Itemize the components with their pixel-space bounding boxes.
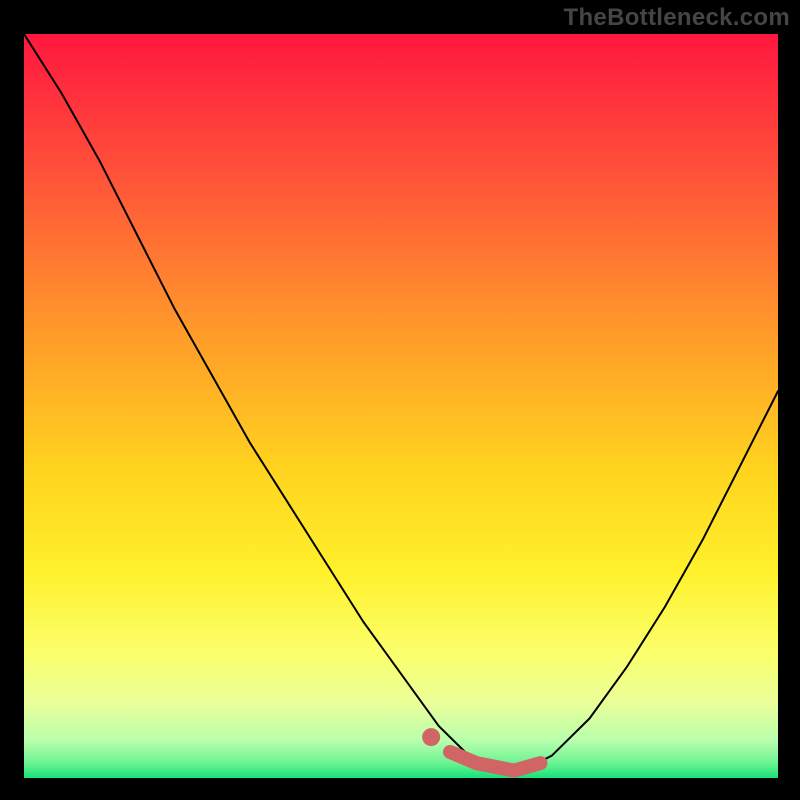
gradient-background <box>24 34 778 778</box>
watermark-text: TheBottleneck.com <box>564 4 790 32</box>
highlight-dot <box>422 728 440 746</box>
chart-container: TheBottleneck.com <box>0 0 800 800</box>
chart-svg <box>24 34 778 778</box>
plot-area <box>24 34 778 778</box>
